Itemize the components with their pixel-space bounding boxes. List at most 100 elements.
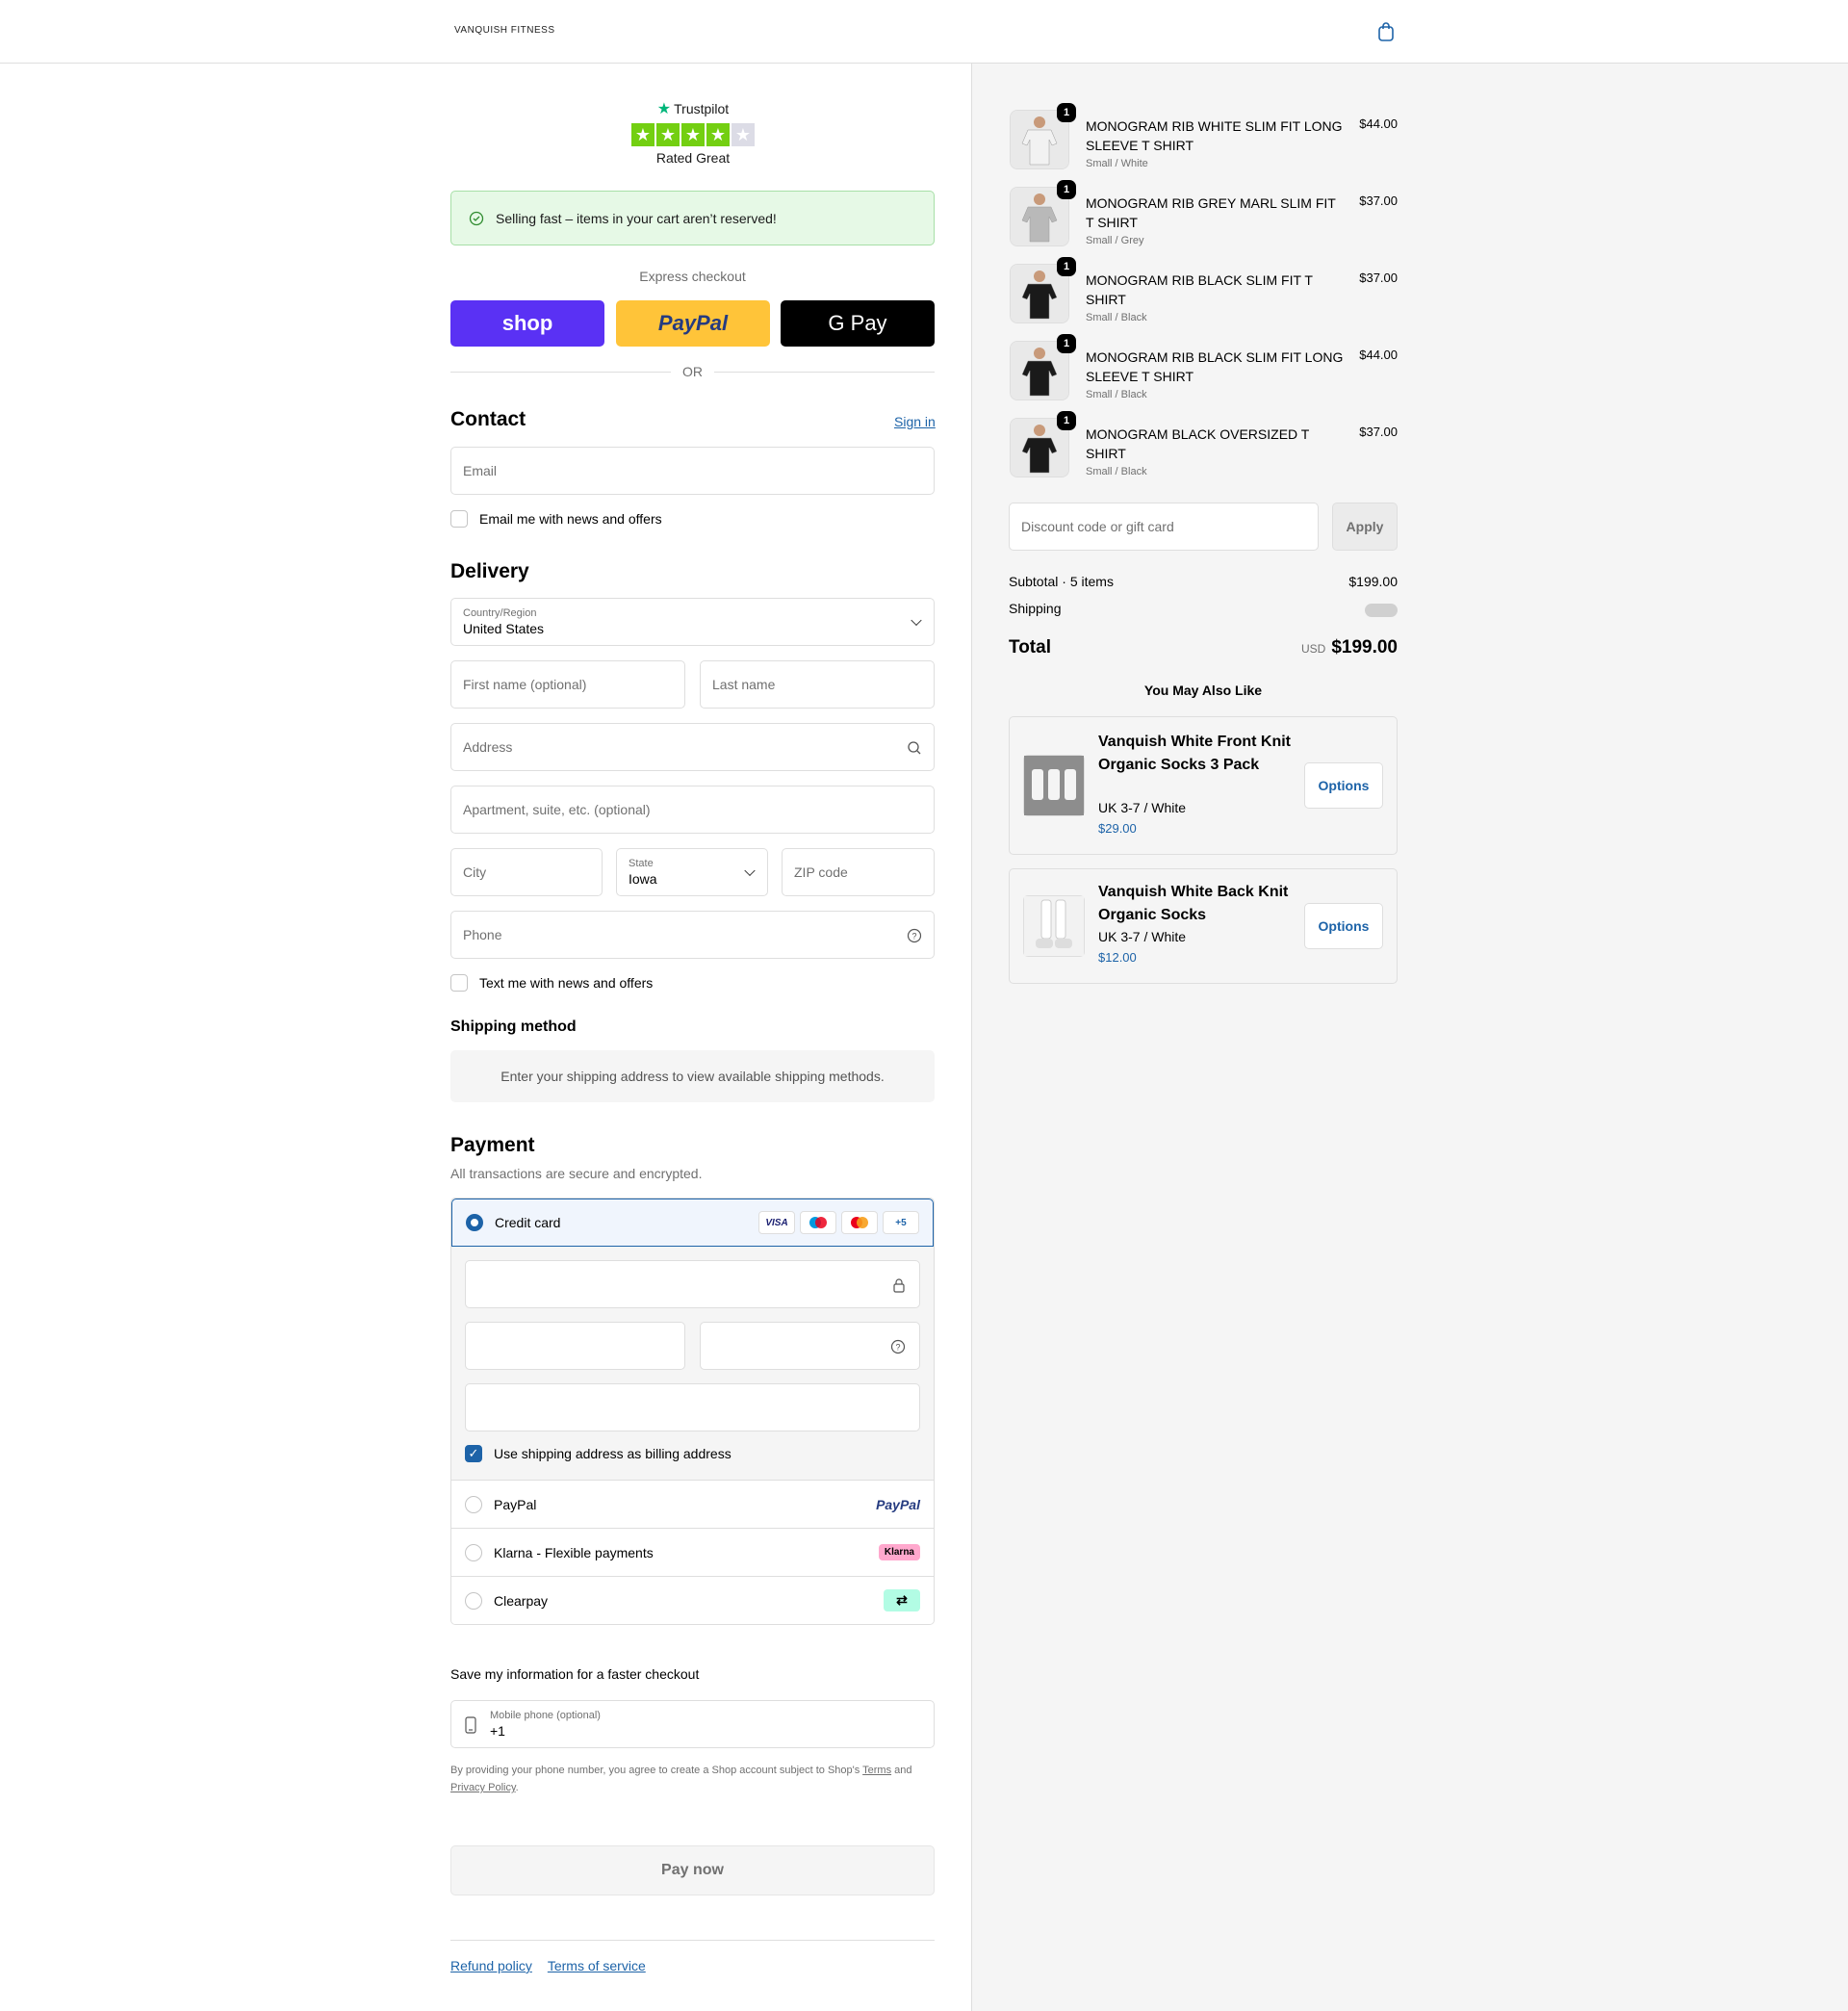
product-price: $37.00 [1359, 425, 1398, 439]
checkbox[interactable] [450, 974, 468, 992]
quantity-badge: 1 [1057, 103, 1076, 122]
selling-fast-banner: Selling fast – items in your cart aren’t… [450, 191, 935, 245]
quantity-badge: 1 [1057, 334, 1076, 353]
klarna-logo: Klarna [878, 1544, 920, 1560]
name-on-card-field[interactable] [465, 1383, 920, 1431]
subtotal-row: Subtotal · 5 items $199.00 [1009, 574, 1398, 589]
subtotal-value: $199.00 [1348, 574, 1398, 589]
radio[interactable] [465, 1591, 482, 1610]
trustpilot-rating: Rated Great [655, 150, 731, 166]
subtotal-label: Subtotal · 5 items [1009, 574, 1114, 589]
product-image: 1 [1010, 180, 1076, 246]
shipping-method-title: Shipping method [450, 1018, 577, 1035]
help-icon[interactable]: ? [907, 928, 922, 943]
credit-card-label: Credit card [495, 1215, 561, 1230]
security-code-field[interactable]: ? [700, 1322, 920, 1370]
card-number-field[interactable] [465, 1260, 920, 1308]
text-news-label: Text me with news and offers [479, 975, 654, 991]
product-name: MONOGRAM RIB GREY MARL SLIM FIT T SHIRT [1086, 195, 1336, 230]
country-select[interactable]: Country/Region United States [450, 598, 935, 646]
socks-image [1023, 895, 1085, 957]
sign-in-link[interactable]: Sign in [894, 414, 936, 429]
help-icon[interactable]: ? [890, 1339, 906, 1354]
state-select[interactable]: State Iowa [616, 848, 768, 896]
or-text: OR [682, 364, 703, 379]
delivery-title: Delivery [450, 560, 529, 582]
email-news-checkbox[interactable]: Email me with news and offers [450, 510, 662, 528]
visa-icon: VISA [758, 1211, 795, 1234]
upsell-title: You May Also Like [1143, 683, 1263, 698]
upsell-card: Vanquish White Front Knit Organic Socks … [1009, 716, 1398, 855]
upsell-variant: UK 3-7 / White [1098, 800, 1187, 815]
svg-text:?: ? [895, 1343, 900, 1353]
save-info-title: Save my information for a faster checkou… [450, 1666, 700, 1682]
terms-and: and [891, 1765, 912, 1776]
checkbox[interactable] [450, 510, 468, 528]
shipping-info: Enter your shipping address to view avai… [450, 1050, 935, 1102]
product-image: 1 [1010, 103, 1076, 169]
upsell-name: Vanquish White Front Knit Organic Socks … [1098, 734, 1291, 773]
checkbox-checked[interactable]: ✓ [465, 1445, 482, 1462]
star-icon: ★ [681, 123, 705, 146]
payment-option-paypal[interactable]: PayPal PayPal [451, 1480, 934, 1528]
apply-discount-button[interactable]: Apply [1332, 503, 1398, 551]
trustpilot-name: Trustpilot [674, 101, 730, 116]
email-field[interactable]: Email [450, 447, 935, 495]
trustpilot-widget[interactable]: ★ Trustpilot ★ ★ ★ ★ ★ Rated Great [630, 100, 756, 166]
mobile-value: +1 [490, 1723, 505, 1739]
check-circle-icon [469, 211, 484, 225]
total-label: Total [1009, 637, 1051, 657]
product-price: $44.00 [1359, 348, 1398, 362]
first-name-field[interactable]: First name (optional) [450, 660, 685, 709]
terms-link[interactable]: Terms [862, 1765, 891, 1776]
city-field[interactable]: City [450, 848, 603, 896]
payment-option-clearpay[interactable]: Clearpay ⇄ [451, 1576, 934, 1624]
refund-policy-link[interactable]: Refund policy [450, 1958, 532, 1973]
payment-subtitle: All transactions are secure and encrypte… [450, 1166, 703, 1181]
radio[interactable] [465, 1495, 482, 1513]
pay-now-button[interactable]: Pay now [450, 1845, 935, 1895]
discount-code-field[interactable]: Discount code or gift card [1009, 503, 1319, 551]
star-icon: ★ [631, 123, 654, 146]
address-field[interactable]: Address [450, 723, 935, 771]
paypal-button[interactable]: PayPal [616, 300, 770, 347]
apartment-field[interactable]: Apartment, suite, etc. (optional) [450, 786, 935, 834]
privacy-policy-link[interactable]: Privacy Policy [450, 1782, 516, 1793]
shop-terms-text: By providing your phone number, you agre… [450, 1762, 935, 1796]
credit-card-form: ? ✓ Use shipping address as billing addre… [451, 1247, 934, 1480]
radio[interactable] [465, 1543, 482, 1561]
last-name-field[interactable]: Last name [700, 660, 935, 709]
product-price: $44.00 [1359, 116, 1398, 131]
express-checkout-title: Express checkout [639, 269, 746, 284]
product-price: $37.00 [1359, 271, 1398, 285]
google-pay-button[interactable]: G Pay [781, 300, 935, 347]
brand-logo[interactable]: VANQUISH FITNESS [454, 25, 555, 36]
mobile-phone-field[interactable]: Mobile phone (optional) +1 [450, 1700, 935, 1748]
quantity-badge: 1 [1057, 257, 1076, 276]
state-value: Iowa [629, 871, 657, 887]
product-image: 1 [1010, 334, 1076, 400]
bag-icon[interactable] [1375, 21, 1397, 42]
options-button[interactable]: Options [1304, 762, 1383, 809]
radio-selected[interactable] [466, 1214, 483, 1231]
total-currency: USD [1300, 642, 1326, 656]
phone-field[interactable]: Phone ? [450, 911, 935, 959]
country-value: United States [463, 621, 545, 636]
terms-period: . [515, 1782, 519, 1793]
text-news-checkbox[interactable]: Text me with news and offers [450, 974, 653, 992]
shop-pay-button[interactable]: shop [450, 300, 604, 347]
star-icon: ★ [656, 123, 680, 146]
options-button[interactable]: Options [1304, 903, 1383, 949]
cart-item: 1 MONOGRAM RIB GREY MARL SLIM FIT T SHIRT… [1010, 180, 1398, 250]
header: VANQUISH FITNESS [0, 0, 1848, 64]
product-name: MONOGRAM RIB WHITE SLIM FIT LONG SLEEVE … [1086, 118, 1343, 153]
expiry-field[interactable] [465, 1322, 685, 1370]
product-image: 1 [1010, 411, 1076, 477]
zip-field[interactable]: ZIP code [782, 848, 935, 896]
star-icon: ★ [706, 123, 730, 146]
billing-checkbox[interactable]: ✓ Use shipping address as billing address [465, 1445, 732, 1462]
upsell-card: Vanquish White Back Knit Organic Socks U… [1009, 868, 1398, 984]
payment-option-klarna[interactable]: Klarna - Flexible payments Klarna [451, 1528, 934, 1576]
payment-option-credit-card[interactable]: Credit card VISA +5 [451, 1199, 934, 1247]
terms-of-service-link[interactable]: Terms of service [548, 1958, 646, 1973]
